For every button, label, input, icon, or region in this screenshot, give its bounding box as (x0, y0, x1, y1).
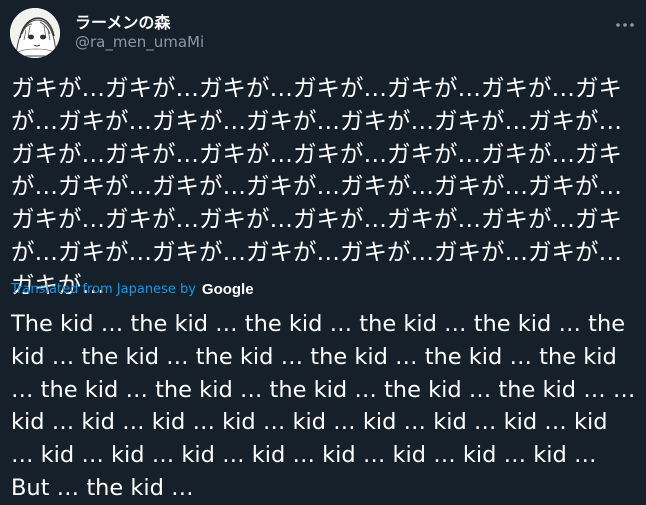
more-options-button[interactable] (610, 10, 640, 40)
google-logo: Google (201, 280, 254, 298)
tweet-text: ガキが…ガキが…ガキが…ガキが…ガキが…ガキが…ガキが…ガキが…ガキが…ガキが…… (11, 74, 622, 299)
translated-text: The kid … the kid … the kid … the kid … … (11, 311, 636, 501)
avatar[interactable] (10, 8, 60, 58)
translated-from-link[interactable]: Translated from Japanese by (11, 282, 196, 297)
avatar-drawing-icon (10, 8, 60, 58)
translation-attribution: Translated from Japanese by Google (11, 280, 254, 298)
more-horizontal-icon (616, 23, 634, 27)
author-handle[interactable]: @ra_men_umaMi (75, 33, 204, 51)
tweet-card: ラーメンの森 @ra_men_umaMi ガキが…ガキが…ガキが…ガキが…ガキが… (0, 0, 646, 501)
author-display-name[interactable]: ラーメンの森 (75, 9, 170, 33)
